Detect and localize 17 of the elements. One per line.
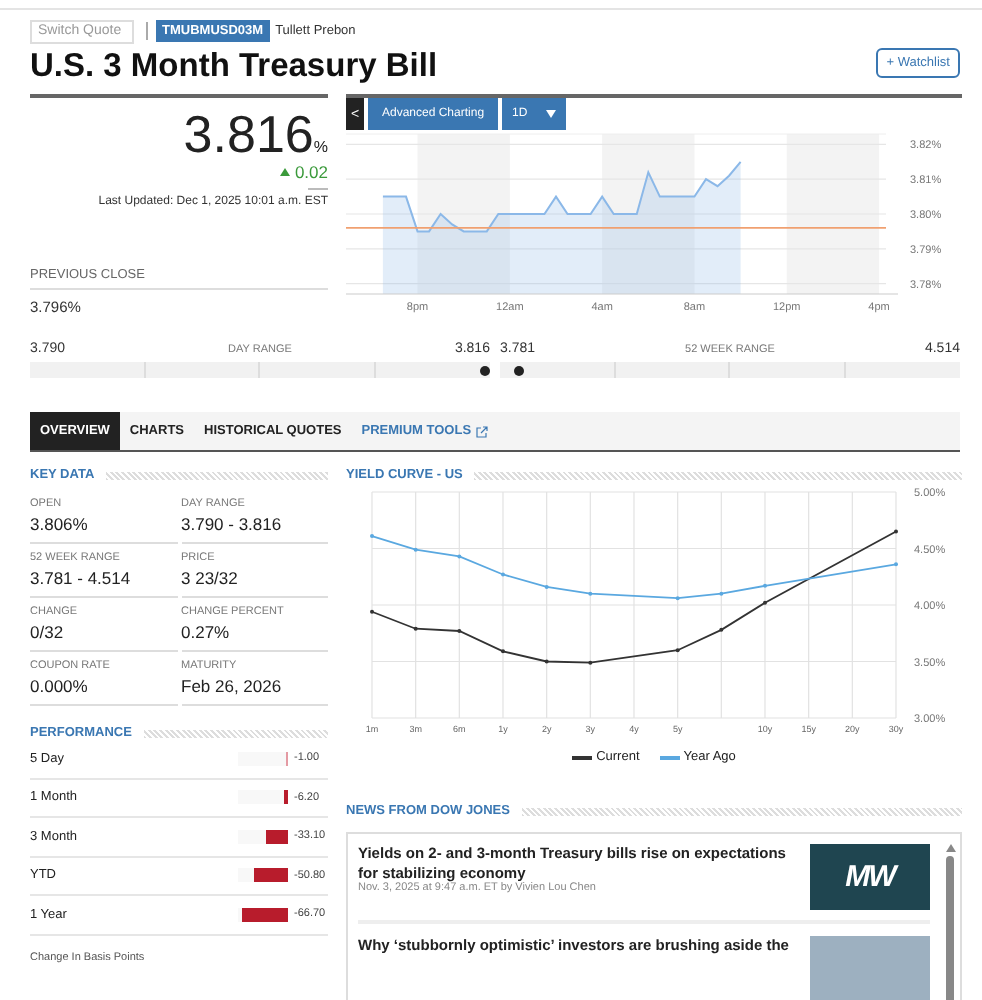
key-data-value: Feb 26, 2026 [181, 676, 284, 696]
caret-icon [545, 110, 556, 118]
key-data-value: 0.000% [30, 676, 90, 696]
price-change: 0.02 [294, 162, 328, 182]
scrollbar[interactable] [944, 844, 956, 1000]
key-data-value: 3.790 - 3.816 [181, 514, 284, 534]
key-data-value: 3.806% [30, 514, 90, 534]
photo-placeholder [810, 936, 930, 1000]
external-link-icon [475, 425, 488, 437]
page-title: U.S. 3 Month Treasury Bill [30, 46, 438, 86]
key-data-value: 0.27% [181, 622, 232, 642]
price-value: 3.816% [181, 106, 328, 162]
key-data-value: 3 23/32 [181, 568, 240, 588]
logo-thumbnail: MW [810, 844, 930, 910]
key-data-value: 0/32 [30, 622, 66, 642]
key-data-value: 3.781 - 4.514 [30, 568, 133, 588]
scroll-up-icon [945, 844, 955, 852]
